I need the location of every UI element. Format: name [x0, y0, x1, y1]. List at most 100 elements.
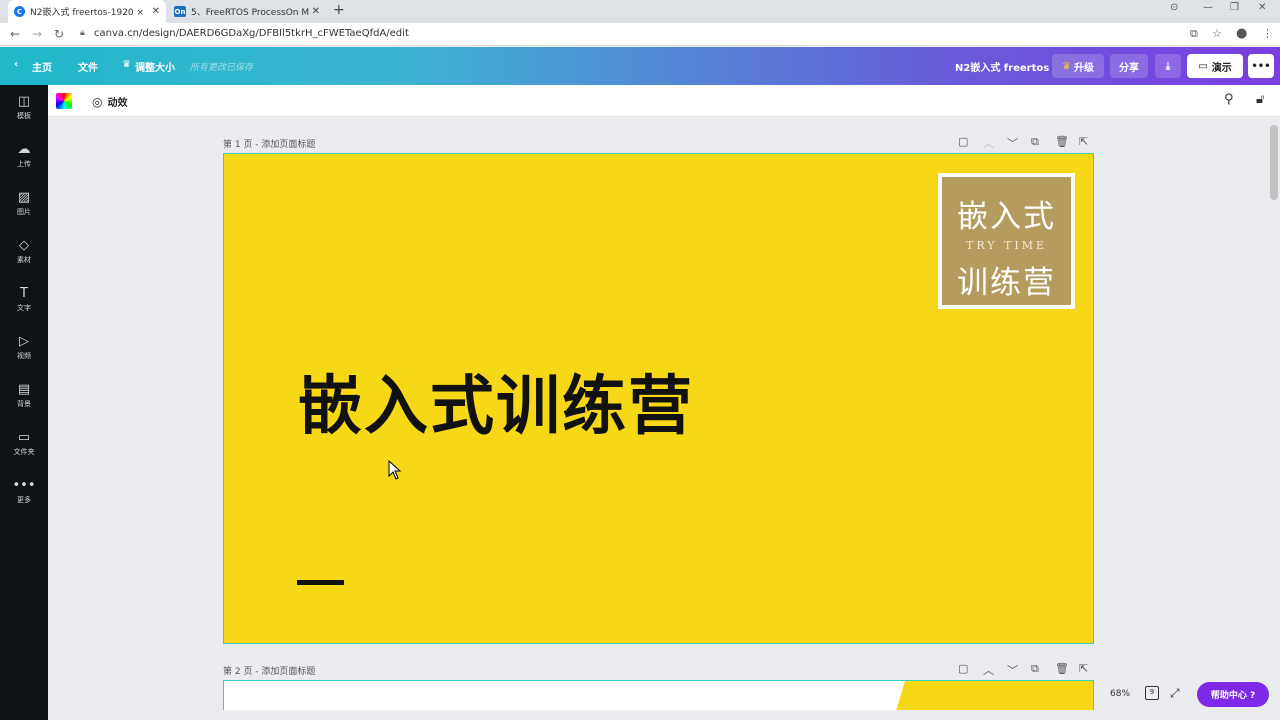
logo-badge: 嵌入式 TRY TIME 训练营 — [942, 177, 1071, 305]
sidebar-item-videos[interactable]: ▷ 视频 — [0, 335, 48, 361]
elements-icon: ◇ — [19, 238, 29, 253]
sidebar-item-photos[interactable]: ▨ 图片 — [0, 191, 48, 217]
page-grid-button[interactable]: 9 — [1145, 686, 1159, 700]
sidebar-item-label: 素材 — [17, 256, 31, 264]
browser-tab-canva[interactable]: C N2嵌入式 freertos-1920 × 108 ✕ — [8, 0, 166, 23]
left-sidebar: ◫ 模板 ☁ 上传 ▨ 图片 ◇ 素材 T 文字 ▷ 视频 ▤ 背景 ▭ 文件夹… — [0, 85, 48, 720]
add-page-icon[interactable]: ⇱ — [1079, 135, 1088, 148]
share-button[interactable]: 分享 — [1110, 54, 1148, 78]
slide2-yellow-shape — [893, 681, 1093, 710]
background-icon: ▤ — [17, 382, 31, 397]
home-link[interactable]: 主页 — [32, 59, 52, 74]
lock-icon: 🔒︎ — [80, 28, 85, 38]
close-window-icon[interactable]: ✕ — [1258, 2, 1266, 13]
present-button[interactable]: ▭ 演示 — [1187, 54, 1243, 78]
more-icon: ••• — [12, 478, 36, 493]
bookmark-star-icon[interactable]: ☆ — [1212, 27, 1222, 40]
save-status: 所有更改已保存 — [190, 63, 254, 73]
move-page-down-icon[interactable]: ﹀ — [1007, 135, 1018, 151]
duplicate-page-icon[interactable]: ⧉ — [1031, 662, 1039, 676]
move-page-down-icon[interactable]: ﹀ — [1007, 662, 1018, 678]
sidebar-item-label: 上传 — [17, 160, 31, 168]
download-button[interactable]: ⤓ — [1155, 54, 1181, 78]
address-bar: ← → ↻ 🔒︎ canva.cn/design/DAERD6GDaXg/DFB… — [0, 23, 1280, 46]
logo-subtitle: TRY TIME — [965, 239, 1047, 252]
decorative-dash[interactable] — [297, 580, 344, 585]
browser-tab-processon[interactable]: On 5、FreeRTOS ProcessOn Mind ✕ — [168, 0, 326, 23]
page-notes-icon[interactable]: ▢ — [958, 135, 968, 148]
upgrade-label: 升级 — [1073, 62, 1094, 74]
file-menu[interactable]: 文件 — [78, 59, 98, 74]
present-icon: ▭ — [1198, 60, 1208, 72]
sidebar-item-folders[interactable]: ▭ 文件夹 — [0, 431, 48, 457]
slide-headline[interactable]: 嵌入式训练营 — [298, 355, 694, 447]
logo-title-top: 嵌入式 — [957, 199, 1056, 235]
sidebar-item-background[interactable]: ▤ 背景 — [0, 383, 48, 409]
logo-title-bottom: 训练营 — [957, 265, 1056, 301]
crown-icon: ♛ — [1062, 60, 1071, 72]
page-title-input[interactable]: 第 1 页 - 添加页面标题 — [223, 137, 315, 150]
move-page-up-icon[interactable]: ︿ — [983, 135, 994, 151]
add-page-icon[interactable]: ⇱ — [1079, 662, 1088, 675]
resize-crown-icon: ♛ — [122, 59, 131, 70]
move-page-up-icon[interactable]: ︿ — [983, 662, 994, 678]
folder-icon: ▭ — [17, 430, 31, 445]
template-icon: ◫ — [17, 94, 31, 109]
translate-icon[interactable]: ⧉ — [1190, 27, 1198, 41]
url-field[interactable]: canva.cn/design/DAERD6GDaXg/DFBIl5tkrH_c… — [94, 28, 409, 39]
browser-menu-icon[interactable]: ⋮ — [1262, 27, 1273, 40]
zoom-level[interactable]: 68% — [1110, 689, 1130, 699]
training-camp-logo[interactable]: 嵌入式 TRY TIME 训练营 — [938, 173, 1075, 309]
sidebar-item-elements[interactable]: ◇ 素材 — [0, 239, 48, 265]
fullscreen-icon[interactable]: ⤢ — [1170, 686, 1180, 701]
sidebar-item-label: 图片 — [17, 208, 31, 216]
upload-icon: ☁ — [17, 142, 31, 157]
processon-favicon-icon: On — [174, 6, 186, 17]
download-icon: ⤓ — [1165, 60, 1171, 72]
restore-icon[interactable]: ❐ — [1230, 2, 1239, 13]
forward-icon[interactable]: → — [32, 27, 42, 41]
editor-toolbar: ◎ 动效 ⚲ 🔓︎ — [48, 85, 1280, 117]
profile-dropdown-icon[interactable]: ⊙ — [1170, 2, 1178, 13]
back-icon[interactable]: ← — [10, 27, 20, 41]
animate-icon: ◎ — [92, 94, 103, 109]
sidebar-item-more[interactable]: ••• 更多 — [0, 479, 48, 505]
present-label: 演示 — [1211, 62, 1232, 74]
sidebar-item-label: 文件夹 — [13, 448, 35, 456]
canva-favicon-icon: C — [14, 6, 25, 17]
sidebar-item-label: 文字 — [17, 304, 31, 312]
page-title-input[interactable]: 第 2 页 - 添加页面标题 — [223, 664, 315, 677]
delete-page-icon[interactable]: 🗑︎ — [1055, 135, 1069, 148]
minimize-icon[interactable]: — — [1203, 2, 1213, 13]
sidebar-item-label: 视频 — [17, 352, 31, 360]
sidebar-item-uploads[interactable]: ☁ 上传 — [0, 143, 48, 169]
page-notes-icon[interactable]: ▢ — [958, 662, 968, 675]
account-avatar-icon[interactable]: ● — [1236, 26, 1247, 41]
close-tab-icon[interactable]: ✕ — [152, 6, 160, 17]
browser-tab-bar: C N2嵌入式 freertos-1920 × 108 ✕ On 5、FreeR… — [0, 0, 1280, 23]
more-options-button[interactable]: ••• — [1248, 54, 1274, 78]
document-title[interactable]: N2嵌入式 freertos — [955, 59, 1049, 74]
new-tab-icon[interactable]: + — [333, 2, 345, 18]
mouse-cursor-icon — [388, 460, 402, 480]
delete-page-icon[interactable]: 🗑︎ — [1055, 662, 1069, 675]
help-center-button[interactable]: 帮助中心 ? — [1197, 682, 1269, 707]
video-icon: ▷ — [19, 334, 29, 349]
editor-header: ‹ 主页 文件 ♛ 调整大小 所有更改已保存 N2嵌入式 freertos ♛ … — [0, 47, 1280, 85]
lock-element-icon[interactable]: 🔓︎ — [1256, 92, 1264, 107]
sidebar-item-text[interactable]: T 文字 — [0, 287, 48, 313]
vertical-scrollbar[interactable] — [1270, 125, 1278, 200]
animate-label: 动效 — [107, 98, 128, 109]
upgrade-button[interactable]: ♛ 升级 — [1052, 54, 1104, 78]
resize-button[interactable]: 调整大小 — [135, 59, 175, 74]
home-chevron-icon[interactable]: ‹ — [14, 59, 18, 70]
duplicate-page-icon[interactable]: ⧉ — [1031, 135, 1039, 149]
tab-title: 5、FreeRTOS ProcessOn Mind — [191, 8, 309, 18]
copy-style-icon[interactable]: ⚲ — [1224, 92, 1234, 107]
reload-icon[interactable]: ↻ — [54, 27, 64, 41]
slide-page-2[interactable] — [223, 680, 1094, 710]
close-tab-icon[interactable]: ✕ — [312, 6, 320, 17]
animate-button[interactable]: ◎ 动效 — [92, 94, 128, 110]
sidebar-item-templates[interactable]: ◫ 模板 — [0, 95, 48, 121]
color-picker-icon[interactable] — [56, 93, 72, 109]
